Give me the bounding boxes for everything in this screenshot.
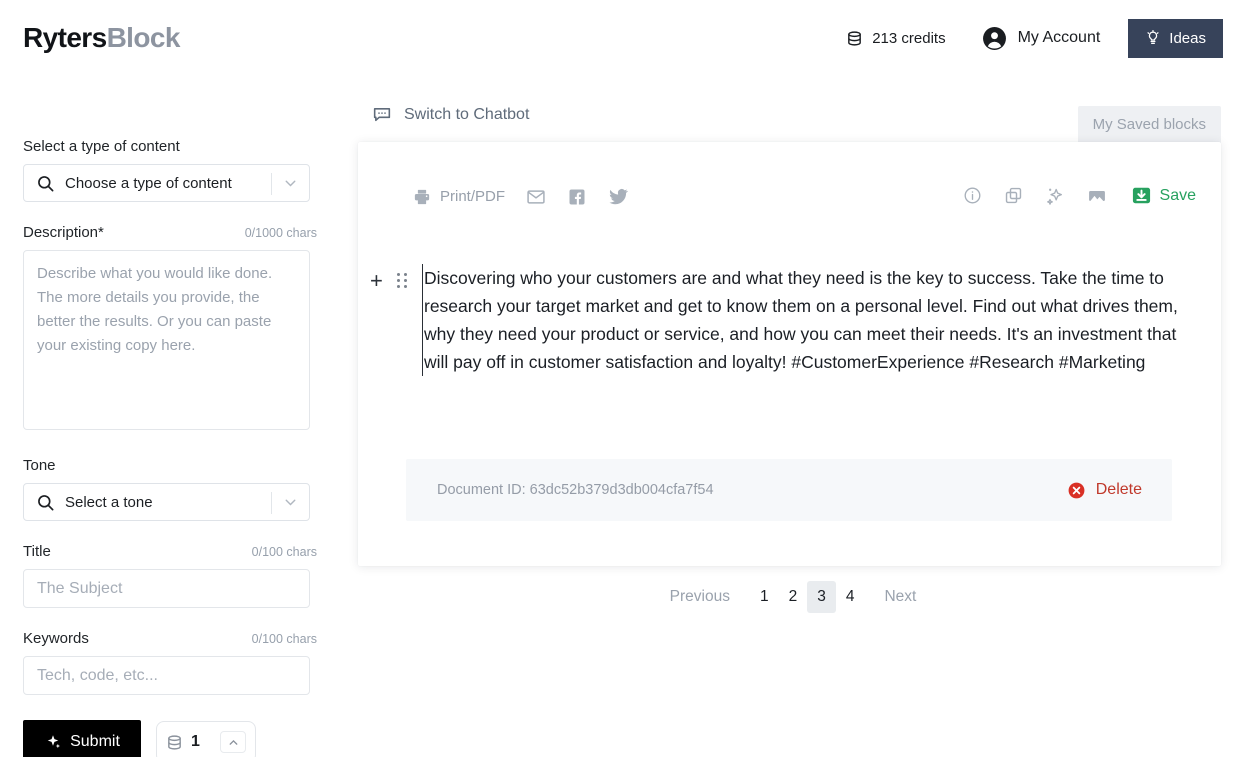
- search-icon: [36, 174, 55, 193]
- content-type-label: Select a type of content: [23, 138, 180, 155]
- facebook-share-icon[interactable]: [567, 187, 587, 207]
- select-divider: [271, 492, 272, 514]
- header-actions: 213 credits My Account: [846, 0, 1246, 76]
- credits-stepper[interactable]: 1: [156, 721, 256, 757]
- pagination-page-4[interactable]: 4: [836, 581, 865, 613]
- image-icon[interactable]: [1087, 186, 1107, 206]
- database-icon: [166, 734, 183, 751]
- app-root: RytersBlock 213 credits: [0, 0, 1246, 757]
- tone-label-row: Tone: [23, 457, 317, 474]
- delete-circle-x-icon: [1067, 481, 1086, 500]
- search-icon: [36, 493, 55, 512]
- keywords-label: Keywords: [23, 630, 89, 647]
- toolbar-right-actions: Save: [963, 185, 1196, 206]
- tab-my-saved-blocks[interactable]: My Saved blocks: [1078, 106, 1221, 143]
- delete-button[interactable]: Delete: [1067, 481, 1142, 500]
- lightbulb-icon: [1145, 30, 1161, 46]
- app-logo[interactable]: RytersBlock: [23, 19, 180, 57]
- print-pdf-button[interactable]: Print/PDF: [413, 188, 505, 206]
- select-divider: [271, 173, 272, 195]
- document-footer: Document ID: 63dc52b379d3db004cfa7f54 De…: [406, 459, 1172, 521]
- pagination: Previous 1 2 3 4 Next: [340, 581, 1246, 613]
- saved-blocks-label: My Saved blocks: [1093, 116, 1206, 133]
- tone-select[interactable]: Select a tone: [23, 483, 310, 521]
- title-input[interactable]: [23, 569, 310, 608]
- content-type-label-row: Select a type of content: [23, 138, 317, 155]
- app-header: RytersBlock 213 credits: [0, 0, 1246, 76]
- drag-handle-icon[interactable]: [397, 273, 407, 289]
- ideas-label: Ideas: [1169, 30, 1206, 47]
- save-download-icon: [1131, 185, 1152, 206]
- credits-indicator[interactable]: 213 credits: [846, 30, 945, 47]
- switch-to-chatbot-label: Switch to Chatbot: [404, 106, 529, 124]
- pagination-next[interactable]: Next: [874, 581, 926, 613]
- ideas-button[interactable]: Ideas: [1128, 19, 1223, 58]
- content-type-value: Choose a type of content: [65, 175, 232, 192]
- twitter-share-icon[interactable]: [608, 186, 629, 207]
- email-share-icon[interactable]: [526, 187, 546, 207]
- logo-text-secondary: Block: [107, 22, 180, 53]
- keywords-label-row: Keywords 0/100 chars: [23, 630, 317, 647]
- submit-row: Submit 1: [23, 720, 317, 757]
- content-form-sidebar: Select a type of content Choose a type o…: [0, 76, 340, 757]
- pagination-previous[interactable]: Previous: [660, 581, 740, 613]
- tone-value: Select a tone: [65, 494, 153, 511]
- sparkle-icon: [44, 733, 62, 751]
- submit-button[interactable]: Submit: [23, 720, 141, 757]
- description-input[interactable]: [23, 250, 310, 430]
- chevron-down-icon[interactable]: [282, 494, 299, 511]
- user-avatar-icon: [982, 26, 1007, 51]
- pagination-page-2[interactable]: 2: [779, 581, 808, 613]
- tone-label: Tone: [23, 457, 56, 474]
- print-pdf-label: Print/PDF: [440, 188, 505, 205]
- pagination-page-3[interactable]: 3: [807, 581, 836, 613]
- stepper-value: 1: [191, 733, 200, 751]
- delete-label: Delete: [1096, 481, 1142, 499]
- document-body-text[interactable]: Discovering who your customers are and w…: [422, 264, 1180, 376]
- magic-sparkle-icon[interactable]: [1045, 186, 1065, 206]
- chat-bubble-icon: [372, 105, 392, 125]
- description-label-row: Description* 0/1000 chars: [23, 224, 317, 241]
- submit-label: Submit: [70, 733, 120, 751]
- credits-label: 213 credits: [872, 30, 945, 47]
- description-char-count: 0/1000 chars: [245, 226, 317, 240]
- card-toolbar: Print/PDF: [358, 142, 1221, 224]
- keywords-input[interactable]: [23, 656, 310, 695]
- logo-text-primary: Ryters: [23, 22, 107, 53]
- toolbar-left-actions: Print/PDF: [413, 186, 629, 207]
- keywords-char-count: 0/100 chars: [252, 632, 317, 646]
- stepper-increment-button[interactable]: [220, 731, 246, 753]
- document-card: Print/PDF: [358, 142, 1221, 566]
- block-handles: +: [370, 270, 407, 292]
- title-label-row: Title 0/100 chars: [23, 543, 317, 560]
- save-label: Save: [1160, 187, 1196, 205]
- content-type-select[interactable]: Choose a type of content: [23, 164, 310, 202]
- main-panel: Switch to Chatbot My Saved blocks: [340, 76, 1246, 757]
- chevron-down-icon[interactable]: [282, 175, 299, 192]
- save-button[interactable]: Save: [1131, 185, 1196, 206]
- printer-icon: [413, 188, 431, 206]
- my-account-label: My Account: [1018, 29, 1101, 47]
- database-icon: [846, 30, 863, 47]
- add-block-icon[interactable]: +: [370, 270, 383, 292]
- description-label: Description*: [23, 224, 104, 241]
- copy-icon[interactable]: [1004, 186, 1023, 205]
- pagination-page-1[interactable]: 1: [750, 581, 779, 613]
- switch-to-chatbot-button[interactable]: Switch to Chatbot: [372, 105, 529, 125]
- my-account-button[interactable]: My Account: [982, 26, 1101, 51]
- title-char-count: 0/100 chars: [252, 545, 317, 559]
- document-id-label: Document ID: 63dc52b379d3db004cfa7f54: [437, 482, 714, 498]
- info-icon[interactable]: [963, 186, 982, 205]
- title-label: Title: [23, 543, 51, 560]
